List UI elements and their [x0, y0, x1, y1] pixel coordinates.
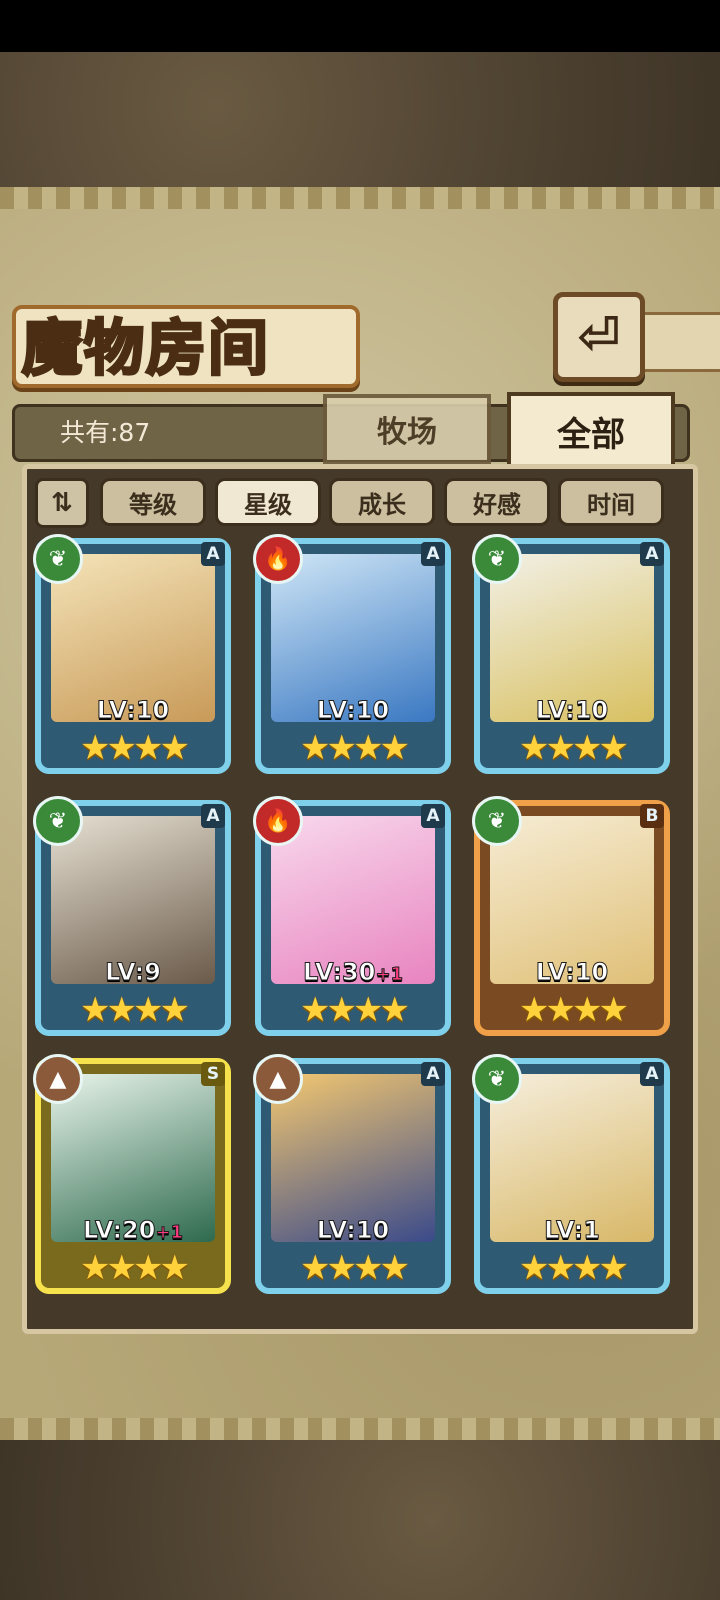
rank-badge: A: [421, 804, 445, 828]
star-rating: ★★★★: [80, 728, 190, 768]
level-label: LV:10: [474, 696, 670, 725]
rank-badge: A: [640, 542, 664, 566]
return-arrow-icon: ⏎: [577, 307, 621, 367]
earth-element-icon: ▲: [253, 1054, 303, 1104]
level-label: LV:10: [35, 696, 231, 725]
monster-card[interactable]: ❦ A LV:10 ★★★★: [33, 534, 231, 774]
rank-badge: S: [201, 1062, 225, 1086]
level-label: LV:20+1: [35, 1216, 231, 1245]
level-label: LV:10: [474, 958, 670, 987]
fire-element-icon: 🔥: [253, 796, 303, 846]
filter-affection[interactable]: 好感: [444, 478, 550, 526]
rank-badge: A: [421, 542, 445, 566]
star-rating: ★★★★: [300, 728, 410, 768]
earth-element-icon: ▲: [33, 1054, 83, 1104]
level-value: LV:9: [105, 958, 162, 987]
level-value: LV:10: [535, 696, 609, 725]
tab-ranch[interactable]: 牧场: [323, 394, 491, 464]
filter-stars[interactable]: 星级: [215, 478, 321, 526]
filter-level[interactable]: 等级: [100, 478, 206, 526]
nature-element-icon: ❦: [33, 534, 83, 584]
monster-card[interactable]: ❦ A LV:10 ★★★★: [472, 534, 670, 774]
level-label: LV:1: [474, 1216, 670, 1245]
monster-card[interactable]: ▲ S LV:20+1 ★★★★: [33, 1054, 231, 1294]
level-label: LV:9: [35, 958, 231, 987]
nature-element-icon: ❦: [33, 796, 83, 846]
star-rating: ★★★★: [519, 728, 629, 768]
level-value: LV:10: [535, 958, 609, 987]
level-bonus: +1: [155, 1222, 184, 1244]
back-button[interactable]: ⏎: [553, 292, 645, 382]
map-background-bottom: [0, 1440, 720, 1600]
rank-badge: A: [421, 1062, 445, 1086]
level-bonus: +1: [375, 964, 404, 986]
level-value: LV:10: [316, 1216, 390, 1245]
map-background-top: [0, 52, 720, 187]
star-rating: ★★★★: [80, 1248, 190, 1288]
star-rating: ★★★★: [519, 1248, 629, 1288]
rank-badge: A: [201, 804, 225, 828]
nature-element-icon: ❦: [472, 1054, 522, 1104]
nature-element-icon: ❦: [472, 796, 522, 846]
level-label: LV:30+1: [255, 958, 451, 987]
tab-all[interactable]: 全部: [507, 392, 675, 470]
monster-card[interactable]: ❦ A LV:1 ★★★★: [472, 1054, 670, 1294]
level-label: LV:10: [255, 696, 451, 725]
monster-card[interactable]: 🔥 A LV:10 ★★★★: [253, 534, 451, 774]
level-value: LV:1: [544, 1216, 601, 1245]
monster-card[interactable]: 🔥 A LV:30+1 ★★★★: [253, 796, 451, 1036]
page-title: 魔物房间: [21, 313, 270, 386]
filter-time[interactable]: 时间: [558, 478, 664, 526]
status-bar: [0, 0, 720, 52]
sort-order-toggle[interactable]: ⇅: [35, 478, 89, 528]
level-value: LV:10: [316, 696, 390, 725]
level-value: LV:10: [96, 696, 170, 725]
rank-badge: B: [640, 804, 664, 828]
monster-card[interactable]: ▲ A LV:10 ★★★★: [253, 1054, 451, 1294]
star-rating: ★★★★: [300, 990, 410, 1030]
rank-badge: A: [640, 1062, 664, 1086]
star-rating: ★★★★: [300, 1248, 410, 1288]
monster-card[interactable]: ❦ B LV:10 ★★★★: [472, 796, 670, 1036]
rank-badge: A: [201, 542, 225, 566]
level-value: LV:20: [82, 1216, 156, 1245]
filter-growth[interactable]: 成长: [329, 478, 435, 526]
star-rating: ★★★★: [519, 990, 629, 1030]
fire-element-icon: 🔥: [253, 534, 303, 584]
monster-count: 共有:87: [60, 418, 151, 447]
level-label: LV:10: [255, 1216, 451, 1245]
star-rating: ★★★★: [80, 990, 190, 1030]
level-value: LV:30: [302, 958, 376, 987]
monster-card[interactable]: ❦ A LV:9 ★★★★: [33, 796, 231, 1036]
nature-element-icon: ❦: [472, 534, 522, 584]
